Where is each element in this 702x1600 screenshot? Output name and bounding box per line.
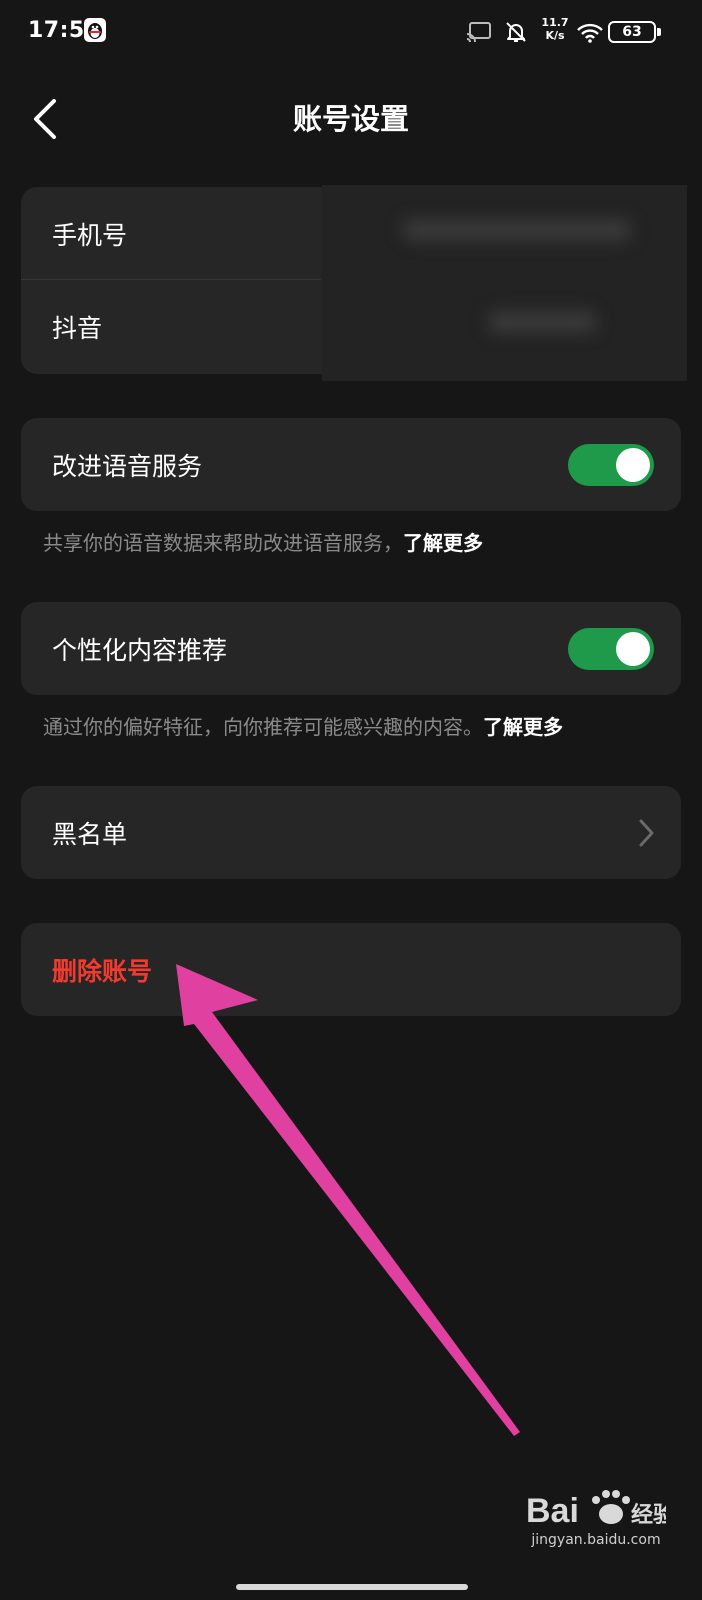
delete-account-card: 删除账号 (21, 923, 681, 1016)
voice-hint-text: 共享你的语音数据来帮助改进语音服务， (43, 531, 403, 555)
personalized-hint: 通过你的偏好特征，向你推荐可能感兴趣的内容。了解更多 (43, 713, 563, 741)
voice-service-toggle[interactable] (568, 444, 654, 486)
svg-text:经验: 经验 (631, 1502, 666, 1528)
baidu-paw-logo-icon: Bai 经验 (526, 1490, 675, 1530)
voice-service-hint: 共享你的语音数据来帮助改进语音服务，了解更多 (43, 529, 483, 557)
delete-account-row[interactable]: 删除账号 (21, 923, 681, 1016)
douyin-label: 抖音 (52, 313, 103, 343)
battery-icon: 63 (608, 21, 662, 43)
bell-off-icon (504, 20, 528, 48)
cast-icon (466, 22, 492, 46)
phone-label: 手机号 (52, 220, 128, 250)
personalized-row[interactable]: 个性化内容推荐 (21, 602, 681, 695)
net-speed: 11.7 K/s (540, 16, 570, 42)
personalized-card: 个性化内容推荐 (21, 602, 681, 695)
delete-account-label: 删除账号 (52, 956, 153, 986)
blacklist-label: 黑名单 (52, 819, 128, 849)
voice-service-card: 改进语音服务 (21, 418, 681, 511)
wifi-icon (576, 22, 604, 48)
voice-service-label: 改进语音服务 (52, 451, 203, 481)
baidu-watermark: Bai 经验 jingyan.baidu.com (526, 1480, 675, 1550)
blurred-account-info (322, 185, 687, 381)
svg-text:Bai: Bai (526, 1492, 579, 1530)
blacklist-row[interactable]: 黑名单 (21, 786, 681, 879)
blacklist-card: 黑名单 (21, 786, 681, 879)
toggle-knob (616, 448, 650, 482)
status-bar: 17:59 11.7 K/s 63 (0, 0, 702, 64)
net-speed-unit: K/s (545, 29, 565, 42)
voice-service-row[interactable]: 改进语音服务 (21, 418, 681, 511)
page-title: 账号设置 (292, 102, 409, 136)
personalized-learn-more-link[interactable]: 了解更多 (483, 715, 563, 739)
personalized-label: 个性化内容推荐 (52, 635, 228, 665)
voice-learn-more-link[interactable]: 了解更多 (403, 531, 483, 555)
personalized-hint-text: 通过你的偏好特征，向你推荐可能感兴趣的内容。 (43, 715, 483, 739)
qq-icon (84, 18, 106, 42)
chevron-right-icon (637, 818, 655, 852)
net-speed-value: 11.7 (541, 16, 569, 29)
home-indicator[interactable] (236, 1584, 468, 1590)
battery-level: 63 (622, 24, 642, 40)
personalized-toggle[interactable] (568, 628, 654, 670)
toggle-knob (616, 632, 650, 666)
watermark-url: jingyan.baidu.com (531, 1532, 661, 1548)
